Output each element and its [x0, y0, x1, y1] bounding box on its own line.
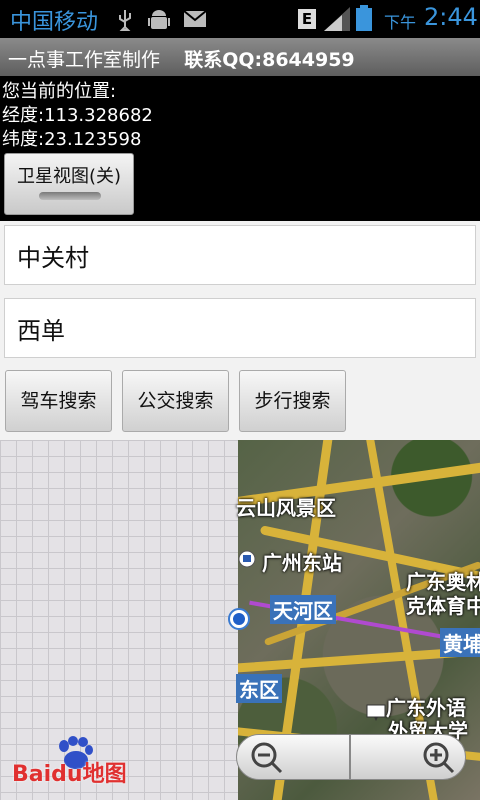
route-search-form: 驾车搜索 公交搜索 步行搜索: [0, 221, 480, 440]
map-label: 天河区: [270, 595, 336, 624]
walk-search-button[interactable]: 步行搜索: [239, 370, 346, 432]
satellite-view-label: 卫星视图(关): [16, 166, 122, 187]
time-prefix: 下午: [384, 13, 417, 32]
satellite-view-toggle[interactable]: 卫星视图(关): [4, 153, 134, 215]
map-label: 云山风景区: [236, 496, 336, 520]
status-bar: 中国移动 E 下午 2:44: [0, 0, 480, 38]
toggle-indicator: [39, 192, 101, 200]
network-type-badge: E: [298, 9, 316, 29]
map-label: 东区: [236, 674, 282, 703]
app-title: 一点事工作室制作 联系QQ:8644959: [8, 45, 355, 72]
mail-icon: [184, 11, 206, 27]
clock: 2:44: [424, 3, 478, 31]
latitude-label: 纬度:: [2, 129, 45, 150]
baidu-logo-text: Baidu地图: [12, 762, 127, 787]
longitude-row: 经度:113.328682: [2, 104, 153, 128]
zoom-in-icon: [423, 742, 455, 774]
battery-icon: [356, 5, 372, 31]
current-location-marker: [228, 608, 250, 630]
zoom-out-button[interactable]: [236, 734, 350, 780]
latitude-value: 23.123598: [44, 129, 142, 150]
map-view[interactable]: 云山风景区 广州东站 天河区 广东奥林 克体育中 黄埔 东区 广东外语 外贸大学…: [0, 440, 480, 800]
location-heading: 您当前的位置:: [2, 81, 117, 102]
maker-text: 一点事工作室制作: [8, 49, 161, 71]
drive-search-button[interactable]: 驾车搜索: [5, 370, 112, 432]
usb-icon: [119, 10, 131, 31]
zoom-out-icon: [251, 742, 283, 774]
bus-search-button[interactable]: 公交搜索: [122, 370, 229, 432]
zoom-in-button[interactable]: [350, 734, 466, 780]
poi-marker-icon: [366, 704, 386, 721]
longitude-label: 经度:: [2, 105, 45, 126]
longitude-value: 113.328682: [44, 105, 153, 126]
contact-value: 8644959: [262, 49, 355, 71]
app-title-bar: 一点事工作室制作 联系QQ:8644959: [0, 38, 480, 76]
signal-icon: [324, 7, 350, 31]
end-input[interactable]: [5, 299, 475, 357]
map-label: 黄埔: [440, 628, 480, 657]
android-debug-icon: [148, 10, 170, 29]
carrier-name: 中国移动: [10, 10, 99, 35]
latitude-row: 纬度:23.123598: [2, 128, 153, 152]
start-field: [4, 225, 476, 285]
contact-label: 联系QQ:: [184, 49, 263, 71]
map-label: 广州东站: [262, 551, 342, 575]
start-input[interactable]: [5, 226, 475, 284]
map-label: 克体育中: [406, 594, 480, 618]
location-info: 您当前的位置: 经度:113.328682 纬度:23.123598: [2, 80, 153, 152]
train-station-icon: [238, 550, 256, 568]
end-field: [4, 298, 476, 358]
